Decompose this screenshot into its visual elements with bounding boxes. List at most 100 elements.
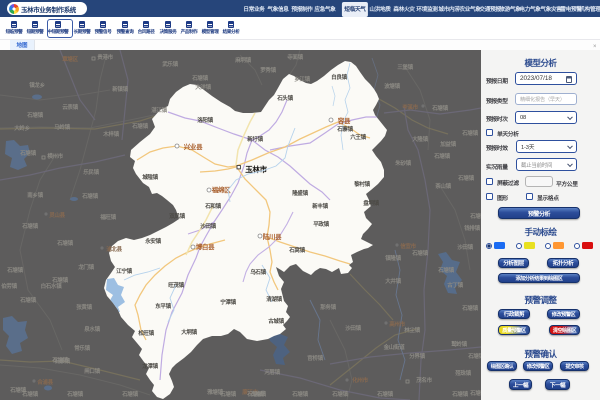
- svg-text:化州市: 化州市: [352, 376, 368, 384]
- svg-text:石塘镇: 石塘镇: [219, 390, 236, 398]
- svg-text:平政镇: 平政镇: [313, 220, 329, 228]
- svg-text:石塘镇: 石塘镇: [451, 390, 468, 398]
- svg-text:石塘镇: 石塘镇: [461, 304, 478, 312]
- svg-text:盘垌镇: 盘垌镇: [363, 199, 379, 207]
- svg-text:石塘镇: 石塘镇: [6, 266, 23, 274]
- svg-text:常乐镇: 常乐镇: [74, 344, 90, 352]
- svg-text:乌石镇: 乌石镇: [250, 268, 266, 276]
- svg-text:石塘镇: 石塘镇: [431, 104, 448, 112]
- svg-text:合浦县: 合浦县: [37, 378, 53, 386]
- svg-text:金山街道: 金山街道: [383, 343, 406, 351]
- svg-text:石窝镇: 石窝镇: [288, 246, 305, 254]
- svg-text:武乐镇: 武乐镇: [162, 60, 178, 68]
- svg-text:沙田镇: 沙田镇: [345, 324, 361, 332]
- svg-text:大洋镇: 大洋镇: [195, 83, 211, 91]
- svg-text:大井镇: 大井镇: [385, 277, 401, 285]
- svg-text:石塘镇: 石塘镇: [291, 390, 308, 398]
- svg-text:镇隆镇: 镇隆镇: [385, 254, 401, 262]
- svg-text:石塘镇: 石塘镇: [81, 192, 98, 200]
- svg-text:信宜市: 信宜市: [400, 242, 416, 250]
- svg-text:兴业县: 兴业县: [184, 142, 203, 151]
- svg-text:大隆镇: 大隆镇: [412, 135, 428, 143]
- svg-text:南乡镇: 南乡镇: [27, 191, 43, 199]
- svg-text:罗秀镇: 罗秀镇: [260, 66, 276, 74]
- svg-text:洛阳镇: 洛阳镇: [197, 116, 213, 124]
- svg-text:容县: 容县: [337, 116, 351, 125]
- svg-text:永安镇: 永安镇: [144, 237, 161, 245]
- svg-text:贵港市: 贵港市: [97, 53, 113, 61]
- svg-text:清湖镇: 清湖镇: [266, 295, 282, 303]
- svg-text:石塘镇: 石塘镇: [461, 129, 478, 137]
- svg-text:茂名市: 茂名市: [415, 376, 432, 384]
- svg-text:灵山县: 灵山县: [49, 211, 65, 219]
- svg-text:石塘镇: 石塘镇: [131, 122, 148, 130]
- svg-text:河唇镇: 河唇镇: [264, 368, 280, 376]
- svg-text:古城镇: 古城镇: [268, 317, 284, 325]
- svg-text:石塘镇: 石塘镇: [66, 390, 83, 398]
- svg-text:江宁镇: 江宁镇: [116, 267, 132, 275]
- svg-text:东平镇: 东平镇: [155, 302, 171, 310]
- svg-text:石和镇: 石和镇: [204, 202, 221, 210]
- svg-text:林尘镇: 林尘镇: [404, 326, 420, 334]
- svg-text:泉水镇: 泉水镇: [83, 325, 100, 333]
- svg-text:石塘镇: 石塘镇: [121, 390, 138, 398]
- svg-text:寺面镇: 寺面镇: [287, 53, 303, 61]
- svg-text:石塘镇: 石塘镇: [457, 174, 474, 182]
- svg-text:官桥镇: 官桥镇: [307, 354, 323, 362]
- svg-text:分界镇: 分界镇: [409, 352, 425, 360]
- svg-text:张黄镇: 张黄镇: [76, 303, 92, 311]
- svg-text:石塘镇: 石塘镇: [21, 222, 38, 230]
- svg-text:石塘镇: 石塘镇: [51, 276, 68, 284]
- svg-text:新圩镇: 新圩镇: [247, 135, 263, 143]
- svg-text:横州市: 横州市: [47, 152, 63, 160]
- svg-text:石塘镇: 石塘镇: [56, 239, 73, 247]
- svg-text:石塘镇: 石塘镇: [376, 390, 393, 398]
- svg-text:新镇镇: 新镇镇: [112, 85, 128, 93]
- svg-text:石塘镇: 石塘镇: [469, 389, 481, 397]
- svg-text:石塘镇: 石塘镇: [331, 390, 348, 398]
- svg-text:云表镇: 云表镇: [62, 103, 78, 111]
- svg-text:白良镇: 白良镇: [331, 73, 347, 81]
- svg-text:鹫岭镇: 鹫岭镇: [451, 340, 467, 348]
- svg-text:石塘镇: 石塘镇: [246, 390, 263, 398]
- svg-text:新丰镇: 新丰镇: [312, 202, 328, 210]
- svg-text:石塘镇: 石塘镇: [433, 152, 450, 160]
- svg-text:松旺镇: 松旺镇: [138, 329, 154, 337]
- svg-text:麻垌镇: 麻垌镇: [234, 56, 251, 64]
- svg-text:覃塘区: 覃塘区: [62, 55, 78, 63]
- svg-text:石塘镇: 石塘镇: [26, 111, 43, 119]
- svg-text:钱排镇: 钱排镇: [464, 224, 480, 232]
- svg-text:沙田镇: 沙田镇: [457, 243, 473, 251]
- svg-text:加益镇: 加益镇: [439, 140, 456, 148]
- svg-text:乐民镇: 乐民镇: [83, 168, 99, 176]
- svg-text:古丁镇: 古丁镇: [447, 281, 463, 289]
- svg-text:石塘镇: 石塘镇: [21, 390, 38, 398]
- svg-text:龙潭镇: 龙潭镇: [141, 362, 158, 370]
- svg-text:六王镇: 六王镇: [350, 133, 366, 141]
- svg-text:石塘镇: 石塘镇: [411, 249, 428, 257]
- svg-text:波塘镇: 波塘镇: [384, 82, 400, 90]
- svg-text:石塘镇: 石塘镇: [51, 356, 68, 364]
- svg-text:高州市: 高州市: [389, 320, 405, 328]
- svg-text:殂珠镇: 殂珠镇: [455, 369, 471, 377]
- svg-text:城隍镇: 城隍镇: [142, 173, 158, 181]
- svg-text:湛江镇: 湛江镇: [151, 106, 167, 114]
- svg-text:隆盛镇: 隆盛镇: [292, 189, 308, 197]
- svg-text:石塘镇: 石塘镇: [469, 212, 481, 220]
- svg-text:三堡镇: 三堡镇: [397, 63, 413, 71]
- svg-text:石头镇: 石头镇: [276, 94, 293, 102]
- svg-text:石塘镇: 石塘镇: [19, 296, 36, 304]
- svg-text:福旺镇: 福旺镇: [99, 213, 116, 221]
- svg-text:旺茂镇: 旺茂镇: [168, 281, 184, 289]
- svg-text:博白县: 博白县: [196, 242, 215, 251]
- svg-text:岑溪市: 岑溪市: [401, 103, 418, 111]
- svg-text:浦北县: 浦北县: [106, 245, 122, 253]
- svg-text:那务镇: 那务镇: [320, 303, 336, 311]
- svg-text:大岭乡: 大岭乡: [14, 124, 30, 132]
- svg-text:宁潭镇: 宁潭镇: [220, 298, 236, 306]
- svg-text:大垌镇: 大垌镇: [181, 328, 197, 336]
- svg-text:黎村镇: 黎村镇: [354, 180, 370, 188]
- svg-text:乡江镇: 乡江镇: [294, 75, 310, 83]
- svg-text:马岭镇: 马岭镇: [54, 123, 70, 131]
- svg-text:伯劳镇: 伯劳镇: [1, 282, 17, 290]
